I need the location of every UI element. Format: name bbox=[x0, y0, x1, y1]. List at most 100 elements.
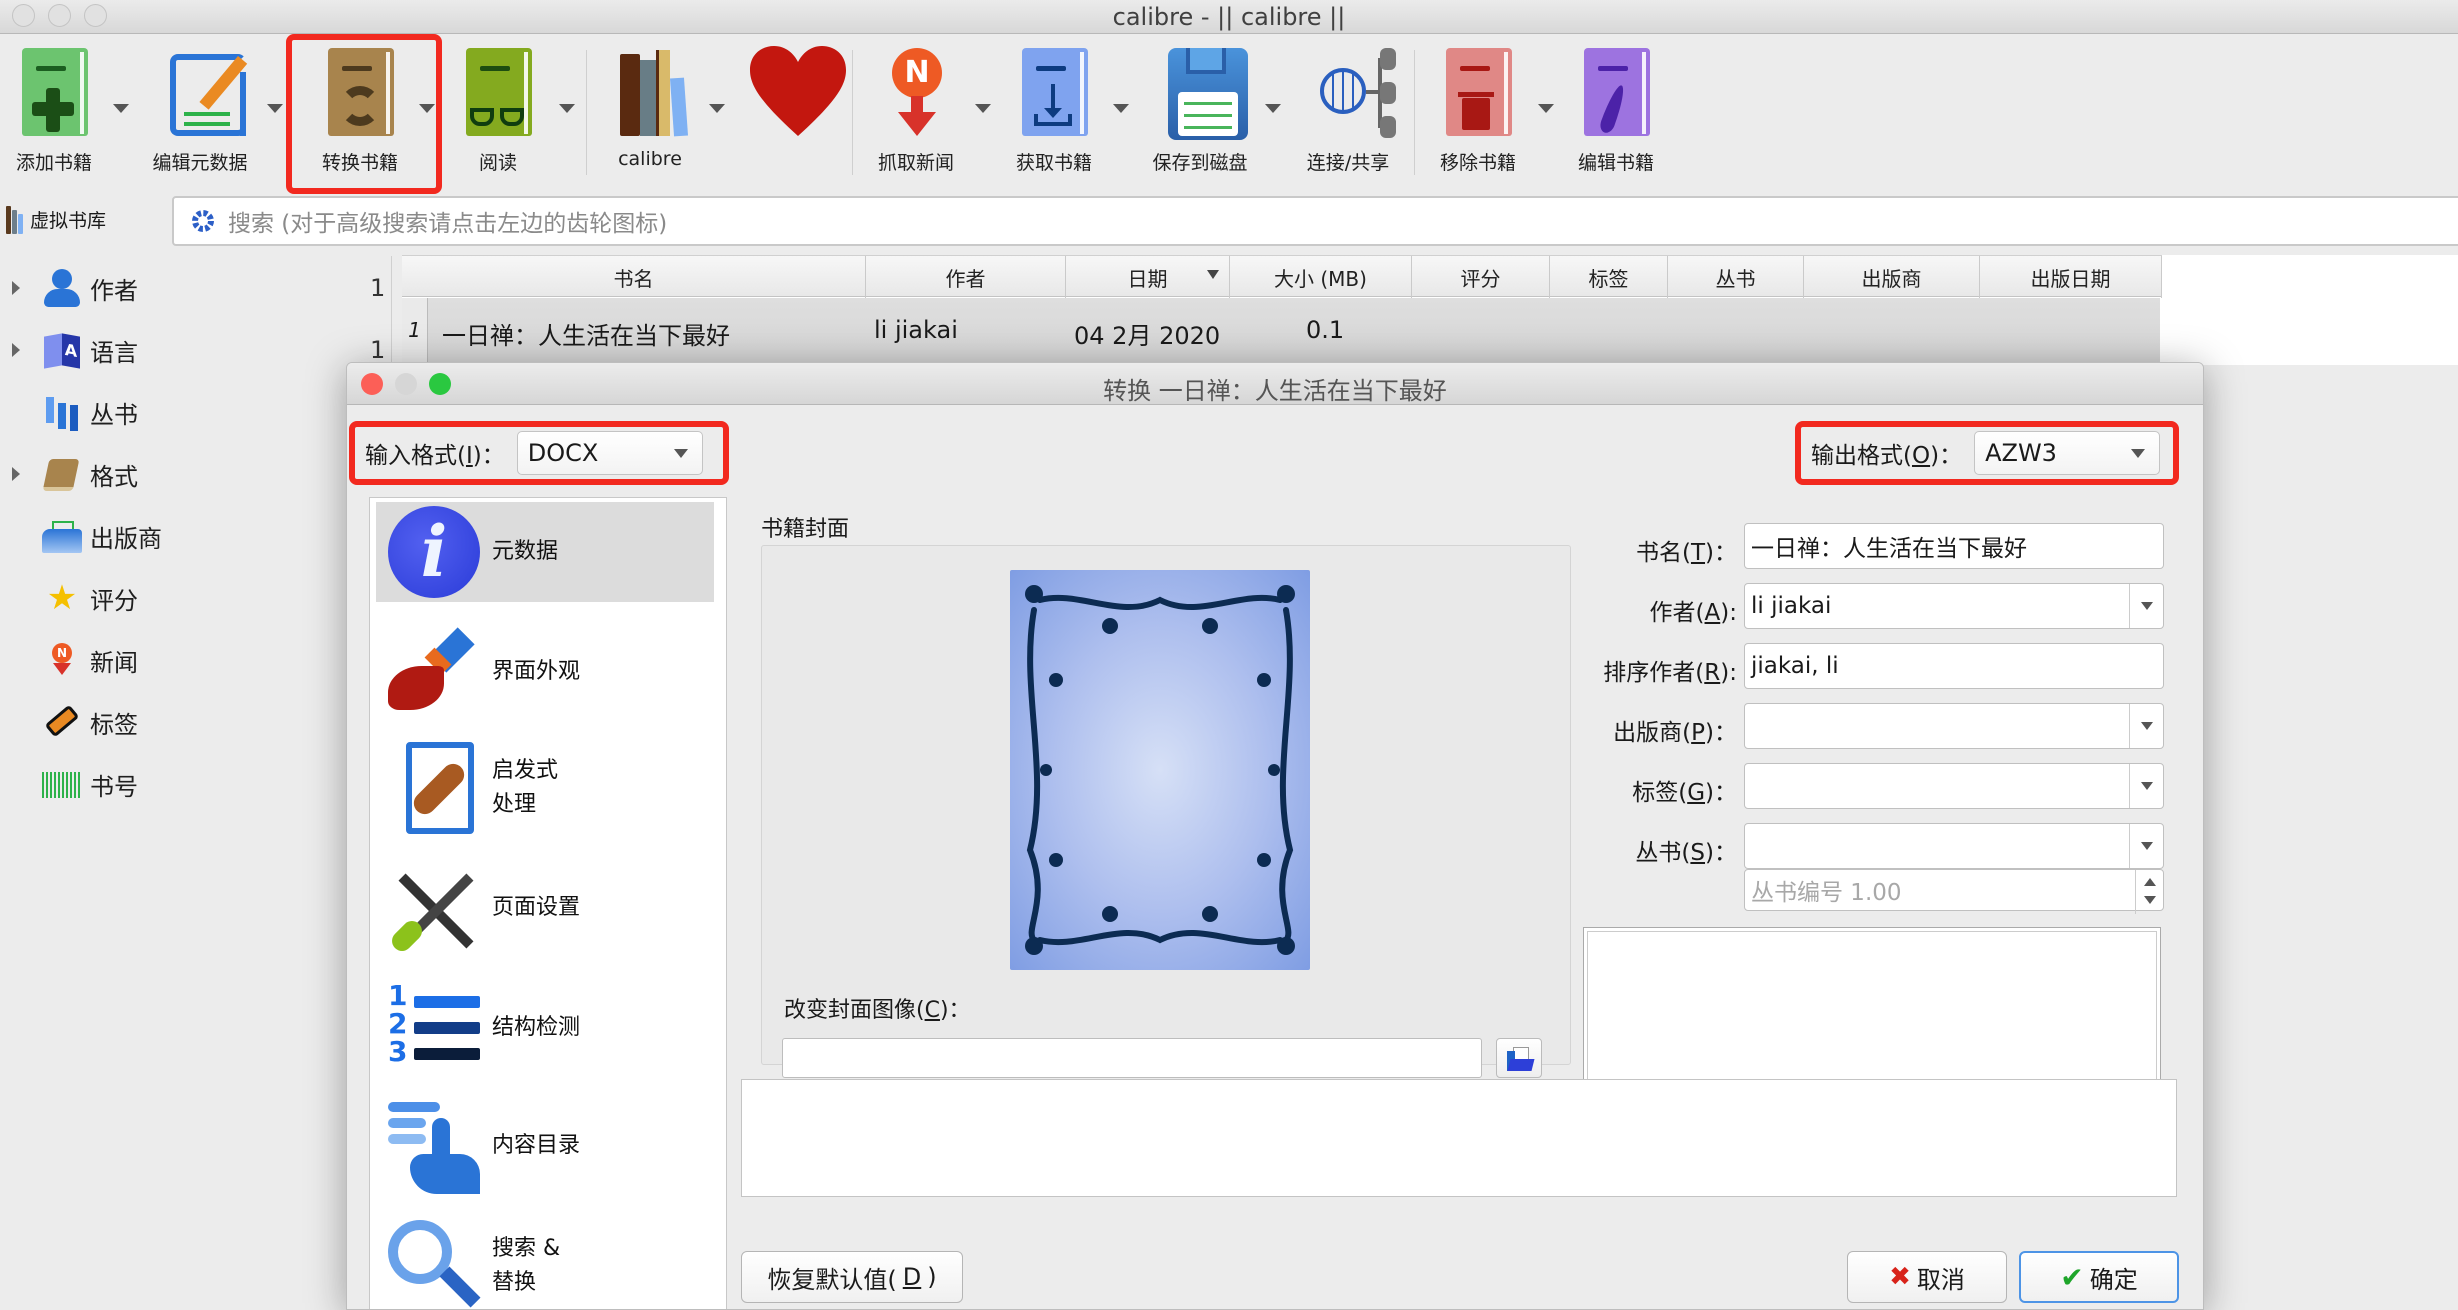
author-sort-input[interactable]: jiakai, li bbox=[1744, 643, 2164, 689]
page-item-search-replace[interactable]: 搜索 & 替换 bbox=[376, 1216, 714, 1309]
tag-browser-item-formats[interactable]: 格式 bbox=[0, 444, 392, 504]
get-books-label: 获取书籍 bbox=[1015, 152, 1092, 174]
table-row[interactable]: 1 一日禅：人生活在当下最好 li jiakai 04 2月 2020 0.1 bbox=[402, 298, 2160, 362]
publisher-field-row: 出版商(P)： bbox=[1577, 703, 2177, 751]
toolbar-separator bbox=[586, 50, 587, 175]
remove-books-dropdown-arrow[interactable] bbox=[1538, 104, 1554, 113]
chevron-down-icon[interactable] bbox=[2129, 824, 2163, 868]
tag-browser-item-news[interactable]: N 新闻 bbox=[0, 630, 392, 690]
tag-browser-item-tags[interactable]: 标签 bbox=[0, 692, 392, 752]
cover-section-title: 书籍封面 bbox=[761, 517, 850, 542]
series-index-row: 丛书编号 1.00 bbox=[1577, 869, 2177, 917]
column-header-date[interactable]: 日期 bbox=[1066, 256, 1230, 298]
spinbox-arrows[interactable] bbox=[2135, 870, 2163, 914]
toolbar-separator bbox=[852, 50, 853, 175]
edit-book-button[interactable]: 编辑书籍 bbox=[1556, 44, 1676, 184]
search-input[interactable]: 搜索 (对于高级搜索请点击左边的齿轮图标) bbox=[172, 196, 2458, 246]
window-title: calibre - || calibre || bbox=[1112, 3, 1346, 31]
donate-button[interactable] bbox=[728, 44, 848, 184]
tag-browser-item-publishers[interactable]: 出版商 bbox=[0, 506, 392, 566]
cancel-button[interactable]: ✖ 取消 bbox=[1847, 1251, 2007, 1303]
tags-combobox[interactable] bbox=[1744, 763, 2164, 809]
column-header-rating[interactable]: 评分 bbox=[1412, 256, 1550, 298]
title-label: 书名(T)： bbox=[1635, 540, 1737, 566]
barcode-icon bbox=[42, 772, 82, 798]
change-cover-label: 改变封面图像(C)： bbox=[784, 998, 971, 1023]
tag-browser-item-identifiers[interactable]: 书号 bbox=[0, 754, 392, 814]
row-number: 1 bbox=[402, 298, 428, 362]
column-header-pubdate[interactable]: 出版日期 bbox=[1980, 256, 2162, 298]
connect-share-button[interactable]: 连接/共享 bbox=[1288, 44, 1408, 184]
title-input[interactable]: 一日禅：人生活在当下最好 bbox=[1744, 523, 2164, 569]
column-header-tags[interactable]: 标签 bbox=[1550, 256, 1668, 298]
output-format-highlight-annotation bbox=[1795, 421, 2179, 485]
chevron-down-icon[interactable] bbox=[2129, 764, 2163, 808]
save-to-disk-dropdown-arrow[interactable] bbox=[1265, 104, 1281, 113]
page-item-structure-detection[interactable]: 123 结构检测 bbox=[376, 978, 714, 1078]
series-index-spinbox[interactable]: 丛书编号 1.00 bbox=[1744, 869, 2164, 914]
save-to-disk-icon bbox=[1160, 44, 1248, 140]
help-text-box bbox=[741, 1079, 2177, 1197]
fetch-news-icon: N bbox=[876, 44, 956, 140]
series-combobox[interactable] bbox=[1744, 823, 2164, 869]
tag-browser-item-authors[interactable]: 作者 1 bbox=[0, 258, 392, 318]
read-book-dropdown-arrow[interactable] bbox=[559, 104, 575, 113]
author-label: 作者(A): bbox=[1649, 600, 1737, 626]
edit-metadata-dropdown-arrow[interactable] bbox=[267, 104, 283, 113]
comments-editor[interactable] bbox=[1583, 927, 2161, 1087]
browse-cover-button[interactable] bbox=[1496, 1038, 1542, 1078]
calibre-library-button[interactable]: calibre bbox=[590, 44, 710, 184]
page-item-look-and-feel[interactable]: 界面外观 bbox=[376, 622, 714, 722]
main-toolbar: 添加书籍 编辑元数据 转换书籍 阅读 calibre N 抓取新闻 获取书籍 保… bbox=[0, 34, 2458, 194]
cover-group: 改变封面图像(C)： bbox=[761, 545, 1571, 1078]
publisher-combobox[interactable] bbox=[1744, 703, 2164, 749]
cover-path-input[interactable] bbox=[782, 1038, 1482, 1078]
add-books-button[interactable]: 添加书籍 bbox=[0, 44, 114, 184]
star-icon: ★ bbox=[46, 578, 78, 618]
language-icon: A bbox=[42, 331, 82, 369]
fetch-news-dropdown-arrow[interactable] bbox=[975, 104, 991, 113]
expand-arrow-icon[interactable] bbox=[12, 343, 20, 357]
page-item-metadata[interactable]: i 元数据 bbox=[376, 502, 714, 602]
conversion-page-list: i 元数据 界面外观 启发式 处理 页面设置 1 2 3 结构检测 内容目录 搜… bbox=[369, 497, 727, 1309]
tag-browser-item-rating[interactable]: ★ 评分 bbox=[0, 568, 392, 628]
get-books-button[interactable]: 获取书籍 bbox=[994, 44, 1114, 184]
checkmark-icon: ✔ bbox=[2060, 1260, 2084, 1294]
column-header-author[interactable]: 作者 bbox=[866, 256, 1066, 298]
save-to-disk-label: 保存到磁盘 bbox=[1152, 152, 1248, 174]
tag-browser-item-languages[interactable]: A 语言 1 bbox=[0, 320, 392, 380]
gear-icon[interactable] bbox=[190, 208, 216, 234]
convert-dialog: 转换 一日禅：人生活在当下最好 输入格式(I)： DOCX 输出格式(O)： A… bbox=[346, 362, 2204, 1310]
column-header-title[interactable]: 书名 bbox=[402, 256, 866, 298]
add-books-dropdown-arrow[interactable] bbox=[113, 104, 129, 113]
column-header-publisher[interactable]: 出版商 bbox=[1804, 256, 1980, 298]
spin-up-icon bbox=[2144, 878, 2156, 886]
cell-date: 04 2月 2020 bbox=[1074, 322, 1221, 350]
fetch-news-button[interactable]: N 抓取新闻 bbox=[856, 44, 976, 184]
virtual-library-button[interactable]: 虚拟书库 bbox=[6, 204, 106, 234]
author-combobox[interactable]: li jiakai bbox=[1744, 583, 2164, 629]
edit-metadata-button[interactable]: 编辑元数据 bbox=[140, 44, 260, 184]
save-to-disk-button[interactable]: 保存到磁盘 bbox=[1140, 44, 1260, 184]
remove-books-button[interactable]: 移除书籍 bbox=[1418, 44, 1538, 184]
get-books-dropdown-arrow[interactable] bbox=[1113, 104, 1129, 113]
get-books-icon bbox=[1014, 44, 1094, 140]
page-item-table-of-contents[interactable]: 内容目录 bbox=[376, 1096, 714, 1196]
calibre-library-dropdown-arrow[interactable] bbox=[709, 104, 725, 113]
expand-arrow-icon[interactable] bbox=[12, 467, 20, 481]
toolbar-separator bbox=[1414, 50, 1415, 175]
restore-defaults-button[interactable]: 恢复默认值(D) bbox=[741, 1251, 963, 1303]
read-book-button[interactable]: 阅读 bbox=[438, 44, 558, 184]
column-header-series[interactable]: 丛书 bbox=[1668, 256, 1804, 298]
column-header-size[interactable]: 大小 (MB) bbox=[1230, 256, 1412, 298]
expand-arrow-icon[interactable] bbox=[12, 281, 20, 295]
book-cover-image bbox=[1010, 570, 1310, 970]
tag-browser-item-series[interactable]: 丛书 bbox=[0, 382, 392, 442]
dialog-titlebar: 转换 一日禅：人生活在当下最好 bbox=[347, 363, 2203, 405]
page-item-heuristic-processing[interactable]: 启发式 处理 bbox=[376, 738, 714, 838]
publisher-label: 出版商(P)： bbox=[1613, 720, 1737, 746]
page-item-page-setup[interactable]: 页面设置 bbox=[376, 858, 714, 958]
chevron-down-icon[interactable] bbox=[2129, 584, 2163, 628]
ok-button[interactable]: ✔ 确定 bbox=[2019, 1251, 2179, 1303]
chevron-down-icon[interactable] bbox=[2129, 704, 2163, 748]
